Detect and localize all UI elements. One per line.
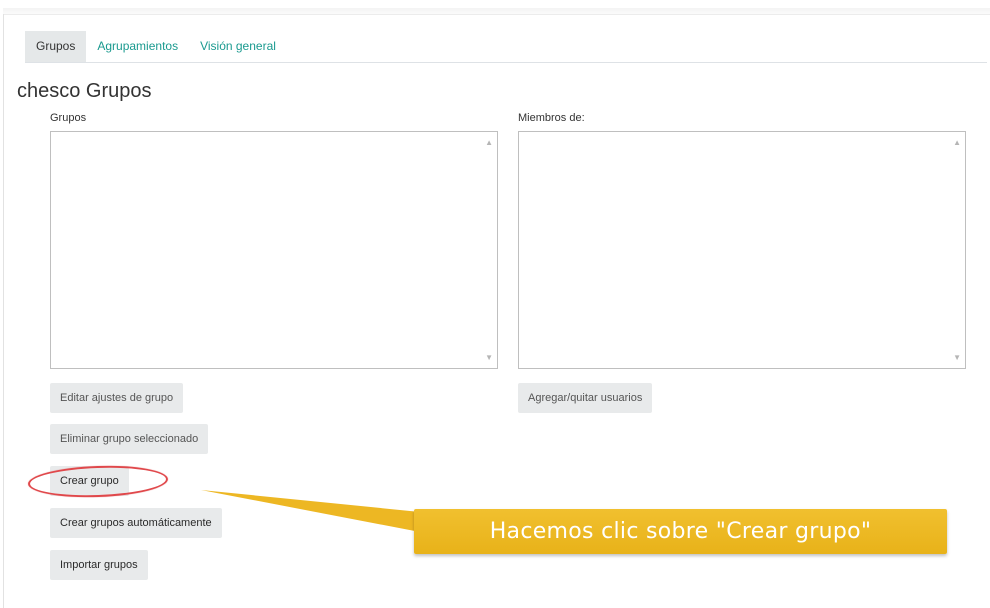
groups-label: Grupos	[50, 112, 87, 124]
add-remove-users-button[interactable]: Agregar/quitar usuarios	[518, 383, 653, 413]
tab-vision-general[interactable]: Visión general	[189, 31, 287, 62]
edit-group-settings-button[interactable]: Editar ajustes de grupo	[50, 383, 184, 413]
auto-create-groups-button[interactable]: Crear grupos automáticamente	[50, 508, 222, 538]
groups-listbox[interactable]: ▲ ▼	[50, 131, 498, 369]
scroll-down-icon[interactable]: ▼	[953, 354, 961, 362]
members-label: Miembros de:	[518, 112, 585, 124]
tab-grupos[interactable]: Grupos	[25, 31, 87, 62]
members-listbox[interactable]: ▲ ▼	[518, 131, 966, 369]
scroll-up-icon[interactable]: ▲	[485, 139, 493, 147]
delete-selected-group-button[interactable]: Eliminar grupo seleccionado	[50, 424, 209, 454]
window-left-edge	[3, 14, 4, 608]
highlight-ellipse	[27, 463, 169, 500]
page-title: chesco Grupos	[17, 80, 152, 102]
import-groups-button[interactable]: Importar grupos	[50, 550, 148, 580]
instruction-callout: Hacemos clic sobre "Crear grupo"	[414, 509, 947, 554]
callout-pointer-shape	[201, 490, 420, 532]
window-top-edge	[3, 8, 990, 15]
tab-agrupamientos[interactable]: Agrupamientos	[86, 31, 189, 62]
scroll-up-icon[interactable]: ▲	[953, 139, 961, 147]
tabs-divider	[25, 62, 987, 63]
group-tabs: Grupos Agrupamientos Visión general	[25, 31, 287, 63]
scroll-down-icon[interactable]: ▼	[485, 354, 493, 362]
